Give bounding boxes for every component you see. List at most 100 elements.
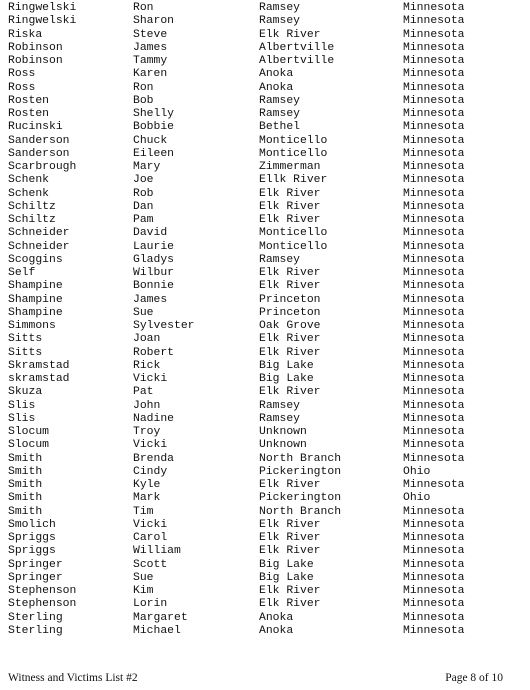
state-cell: Minnesota bbox=[403, 81, 465, 94]
list-row: Schenk Joe Ellk River Minnesota bbox=[0, 174, 530, 187]
list-row: Sanderson Chuck Monticello Minnesota bbox=[0, 135, 530, 148]
list-row: Scoggins Gladys Ramsey Minnesota bbox=[0, 254, 530, 267]
state-cell: Minnesota bbox=[403, 320, 465, 332]
first-name-cell: Kim bbox=[133, 585, 154, 597]
city-cell: Anoka bbox=[259, 68, 294, 81]
city-cell: Elk River bbox=[259, 598, 321, 611]
list-row: Slis John Ramsey Minnesota bbox=[0, 400, 530, 413]
list-row: Sitts Robert Elk River Minnesota bbox=[0, 347, 530, 360]
list-row: Schneider David Monticello Minnesota bbox=[0, 227, 530, 240]
state-cell: Minnesota bbox=[403, 532, 465, 544]
city-cell: Elk River bbox=[259, 386, 321, 399]
last-name-cell: Skuza bbox=[8, 386, 43, 399]
list-row: Schenk Rob Elk River Minnesota bbox=[0, 188, 530, 201]
city-cell: Ramsey bbox=[259, 399, 301, 412]
last-name-cell: Smith bbox=[8, 505, 43, 518]
list-row: Smith Cindy Pickerington Ohio bbox=[0, 466, 530, 479]
list-row: Spriggs Carol Elk River Minnesota bbox=[0, 532, 530, 545]
list-row: Stephenson Lorin Elk River Minnesota bbox=[0, 598, 530, 611]
list-row: skramstad Vicki Big Lake Minnesota bbox=[0, 373, 530, 386]
city-cell: Monticello bbox=[259, 134, 328, 147]
first-name-cell: Kyle bbox=[133, 479, 161, 491]
last-name-cell: Ringwelski bbox=[8, 2, 77, 14]
city-cell: Big Lake bbox=[259, 359, 314, 372]
city-cell: Princeton bbox=[259, 293, 321, 306]
first-name-cell: Wilbur bbox=[133, 267, 175, 279]
state-cell: Minnesota bbox=[403, 108, 465, 120]
last-name-cell: Stephenson bbox=[8, 585, 77, 597]
state-cell: Minnesota bbox=[403, 240, 465, 253]
first-name-cell: Rick bbox=[133, 359, 161, 372]
last-name-cell: Ross bbox=[8, 68, 36, 81]
state-cell: Minnesota bbox=[403, 571, 465, 584]
first-name-cell: Carol bbox=[133, 532, 168, 544]
last-name-cell: Self bbox=[8, 267, 36, 279]
list-row: Sanderson Eileen Monticello Minnesota bbox=[0, 148, 530, 161]
first-name-cell: Scott bbox=[133, 558, 168, 571]
city-cell: Ellk River bbox=[259, 174, 328, 187]
last-name-cell: Slocum bbox=[8, 439, 50, 452]
state-cell: Minnesota bbox=[403, 611, 465, 624]
state-cell: Minnesota bbox=[403, 253, 465, 266]
list-row: Smolich Vicki Elk River Minnesota bbox=[0, 519, 530, 532]
state-cell: Minnesota bbox=[403, 333, 465, 346]
list-row: Skramstad Rick Big Lake Minnesota bbox=[0, 360, 530, 373]
last-name-cell: Sitts bbox=[8, 333, 43, 346]
city-cell: Pickerington bbox=[259, 492, 342, 505]
city-cell: Anoka bbox=[259, 81, 294, 94]
first-name-cell: Laurie bbox=[133, 240, 175, 253]
list-row: Ross Ron Anoka Minnesota bbox=[0, 82, 530, 95]
state-cell: Minnesota bbox=[403, 585, 465, 597]
first-name-cell: William bbox=[133, 545, 181, 558]
list-row: Schneider Laurie Monticello Minnesota bbox=[0, 241, 530, 254]
last-name-cell: Robinson bbox=[8, 55, 63, 67]
page-footer: Witness and Victims List #2 Page 8 of 10 bbox=[0, 672, 530, 688]
last-name-cell: Slis bbox=[8, 412, 36, 425]
state-cell: Minnesota bbox=[403, 426, 465, 438]
city-cell: Monticello bbox=[259, 240, 328, 253]
first-name-cell: Karen bbox=[133, 68, 168, 81]
last-name-cell: Springer bbox=[8, 571, 63, 584]
state-cell: Minnesota bbox=[403, 41, 465, 54]
last-name-cell: Smith bbox=[8, 465, 43, 478]
list-row: Schiltz Dan Elk River Minnesota bbox=[0, 201, 530, 214]
first-name-cell: Pat bbox=[133, 386, 154, 399]
first-name-cell: Rob bbox=[133, 187, 154, 200]
state-cell: Minnesota bbox=[403, 306, 465, 319]
state-cell: Minnesota bbox=[403, 558, 465, 571]
list-row: Self Wilbur Elk River Minnesota bbox=[0, 267, 530, 280]
city-cell: Elk River bbox=[259, 200, 321, 213]
city-cell: Elk River bbox=[259, 28, 321, 41]
list-row: Schiltz Pam Elk River Minnesota bbox=[0, 214, 530, 227]
first-name-cell: Troy bbox=[133, 426, 161, 438]
city-cell: Princeton bbox=[259, 306, 321, 319]
city-cell: Big Lake bbox=[259, 558, 314, 571]
list-row: Smith Mark Pickerington Ohio bbox=[0, 492, 530, 505]
first-name-cell: Nadine bbox=[133, 412, 175, 425]
last-name-cell: Schneider bbox=[8, 240, 70, 253]
list-row: Rosten Shelly Ramsey Minnesota bbox=[0, 108, 530, 121]
first-name-cell: David bbox=[133, 227, 168, 240]
last-name-cell: Smolich bbox=[8, 518, 56, 531]
state-cell: Minnesota bbox=[403, 346, 465, 359]
last-name-cell: Slis bbox=[8, 399, 36, 412]
last-name-cell: Springer bbox=[8, 558, 63, 571]
list-row: Spriggs William Elk River Minnesota bbox=[0, 545, 530, 558]
last-name-cell: Sanderson bbox=[8, 147, 70, 160]
list-row: Ross Karen Anoka Minnesota bbox=[0, 68, 530, 81]
list-row: Smith Kyle Elk River Minnesota bbox=[0, 479, 530, 492]
last-name-cell: Schiltz bbox=[8, 200, 56, 213]
last-name-cell: Sterling bbox=[8, 611, 63, 624]
first-name-cell: Vicki bbox=[133, 439, 168, 452]
city-cell: Elk River bbox=[259, 585, 321, 597]
list-row: Sterling Margaret Anoka Minnesota bbox=[0, 612, 530, 625]
list-row: Robinson James Albertville Minnesota bbox=[0, 42, 530, 55]
first-name-cell: Robert bbox=[133, 346, 175, 359]
footer-title: Witness and Victims List #2 bbox=[8, 672, 138, 684]
state-cell: Minnesota bbox=[403, 399, 465, 412]
first-name-cell: Lorin bbox=[133, 598, 168, 611]
state-cell: Minnesota bbox=[403, 2, 465, 14]
list-row: Sitts Joan Elk River Minnesota bbox=[0, 333, 530, 346]
list-row: Ringwelski Sharon Ramsey Minnesota bbox=[0, 15, 530, 28]
city-cell: Elk River bbox=[259, 479, 321, 491]
